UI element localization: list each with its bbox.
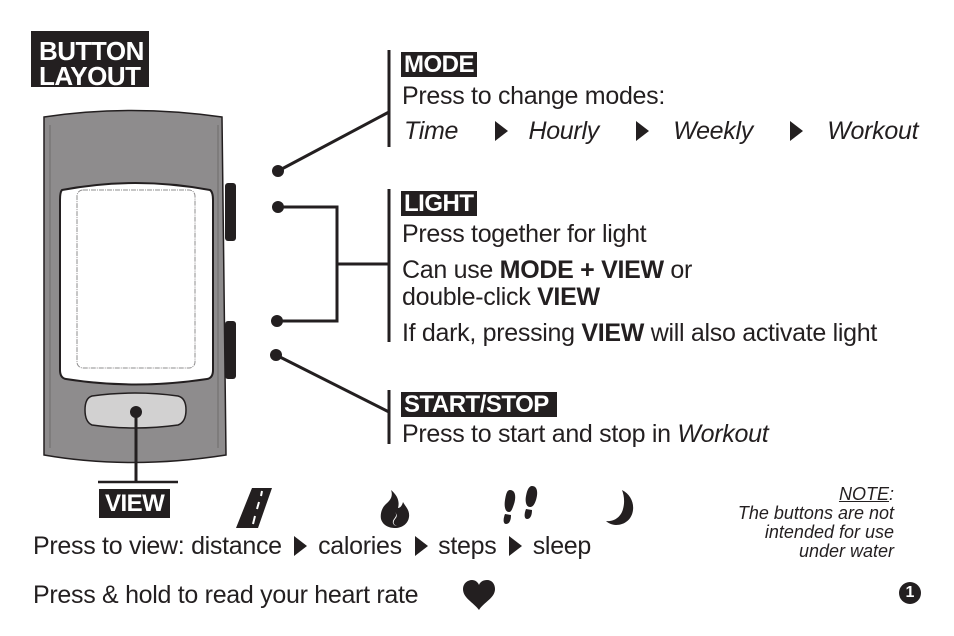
mode-item-hourly: Hourly: [528, 117, 599, 145]
note-heading: NOTE:: [738, 485, 894, 504]
view-description-prefix: Press to view:: [33, 532, 192, 560]
side-button-light-startstop[interactable]: [225, 321, 236, 379]
startstop-description-prefix: Press to start and stop in: [402, 420, 678, 448]
mode-callout-line: [277, 110, 390, 173]
mode-item-weekly: Weekly: [673, 117, 753, 145]
light-line-3-prefix: double-click: [402, 283, 538, 311]
note-line-3: under water: [798, 541, 894, 561]
light-line-4-suffix: will also activate light: [644, 319, 878, 347]
light-line-3: double-click VIEW: [402, 285, 600, 310]
view-item-distance: distance: [191, 532, 282, 560]
light-line-2-bold: MODE + VIEW: [499, 256, 664, 284]
light-line-2: Can use MODE + VIEW or: [402, 258, 692, 283]
light-line-2-prefix: Can use: [402, 256, 500, 284]
page-number: 1: [905, 584, 915, 601]
arrow-icon: [789, 121, 803, 141]
mode-description: Press to change modes:: [402, 82, 665, 110]
footprints-icon: [503, 486, 538, 524]
view-item-calories: calories: [318, 532, 402, 560]
arrow-icon: [294, 536, 308, 556]
mode-tag: MODE: [401, 52, 477, 77]
arrow-icon: [635, 121, 649, 141]
light-tag: LIGHT: [401, 191, 477, 216]
view-item-sleep: sleep: [532, 532, 592, 560]
arrow-icon: [494, 121, 508, 141]
light-line-2-suffix: or: [663, 256, 693, 284]
light-callout-line: [277, 205, 339, 323]
view-tag: VIEW: [99, 489, 171, 518]
page-number-badge: 1: [899, 582, 921, 604]
light-line-4-bold: VIEW: [581, 319, 645, 347]
startstop-description: Press to start and stop in Workout: [402, 420, 769, 448]
note-colon: :: [888, 484, 894, 504]
light-line-4-prefix: If dark, pressing: [402, 319, 582, 347]
light-line-3-bold: VIEW: [537, 283, 600, 311]
arrow-icon: [414, 536, 428, 556]
moon-icon: [606, 490, 634, 525]
startstop-tag: START/STOP: [401, 392, 557, 417]
note-line-1: The buttons are not: [737, 503, 894, 523]
light-line-1: Press together for light: [402, 220, 647, 248]
mode-item-time: Time: [404, 117, 459, 145]
heart-rate-instruction: Press & hold to read your heart rate: [33, 581, 419, 609]
view-item-steps: steps: [438, 532, 497, 560]
startstop-description-italic: Workout: [677, 420, 769, 448]
heart-icon: [463, 580, 495, 610]
arrow-icon: [509, 536, 523, 556]
light-line-4: If dark, pressing VIEW will also activat…: [402, 321, 877, 346]
note-block: NOTE: The buttons are not intended for u…: [738, 485, 894, 561]
mode-item-workout: Workout: [827, 117, 919, 145]
note-line-2: intended for use: [764, 522, 894, 542]
road-icon: [236, 488, 272, 528]
note-label: NOTE: [838, 484, 889, 504]
device-screen-frame: [59, 182, 214, 386]
startstop-callout-line: [275, 353, 390, 414]
flame-icon: [380, 490, 410, 528]
side-button-mode-light[interactable]: [225, 183, 236, 241]
view-description: Press to view: distance calories steps s…: [33, 534, 591, 559]
mode-sequence: Time Hourly Weekly Workout: [404, 117, 919, 145]
